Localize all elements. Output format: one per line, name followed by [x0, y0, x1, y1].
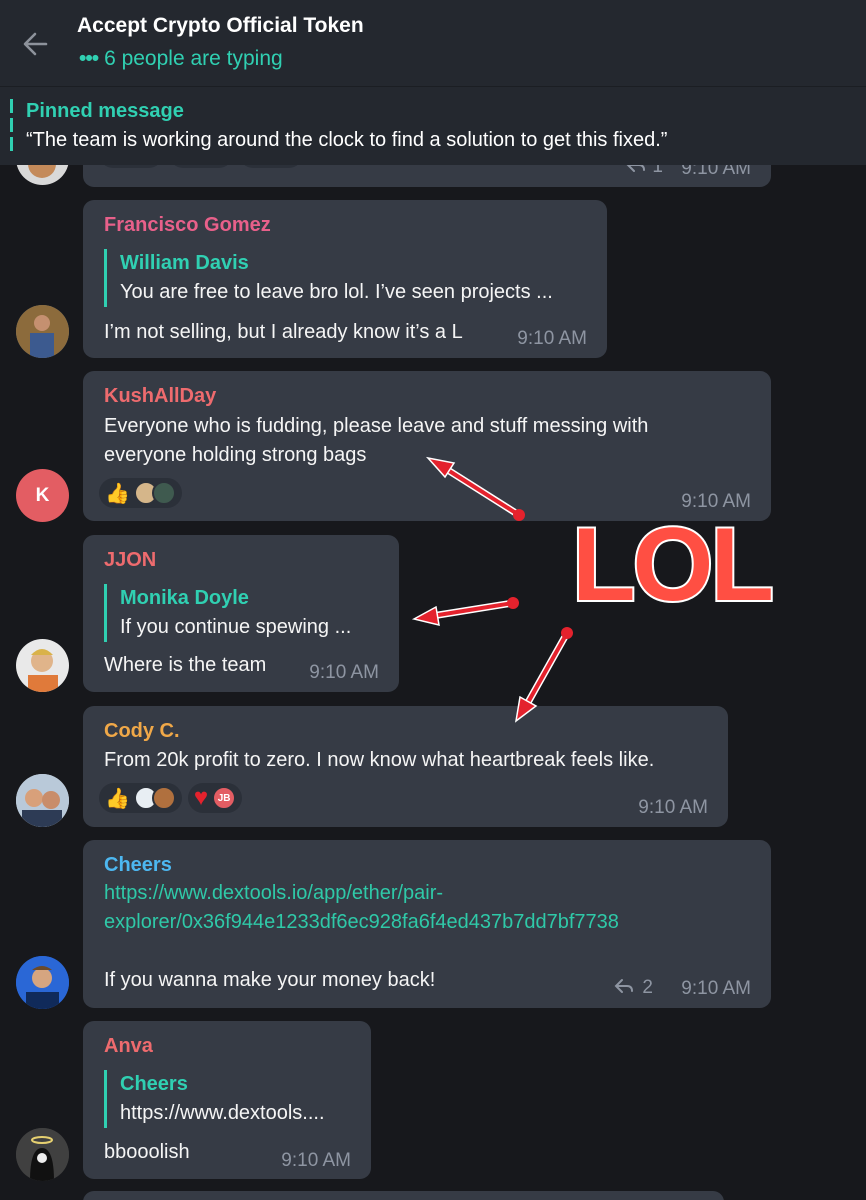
thumbs-up-icon: 👍 [105, 482, 130, 505]
typing-text: 6 people are typing [104, 47, 283, 70]
message-text: Where is the team [104, 654, 267, 676]
message-text: If you wanna make your money back! [104, 969, 436, 991]
message-time: 9:10 AM [281, 1150, 351, 1171]
message-time: 9:10 AM [309, 662, 379, 683]
reaction-thumbs-up[interactable]: 👍 [99, 783, 182, 813]
chat-title[interactable]: Accept Crypto Official Token [77, 14, 364, 38]
reply-count-value: 2 [642, 977, 653, 998]
avatar-cody-c[interactable] [16, 774, 69, 827]
quoted-reply[interactable]: William Davis You are free to leave bro … [104, 249, 553, 307]
reply-count[interactable]: 2 [614, 977, 653, 999]
heart-icon: ♥ [193, 784, 209, 811]
message-text: I’m not selling, but I already know it’s… [104, 321, 463, 343]
message-link-line2[interactable]: explorer/0x36f944e1233df6ec928fa6f4ed437… [104, 908, 619, 937]
quoted-reply[interactable]: Monika Doyle If you continue spewing ... [104, 584, 351, 642]
reply-name: Monika Doyle [120, 587, 249, 609]
typing-dots: ••• [79, 47, 99, 70]
sender-name[interactable]: Cody C. [104, 720, 180, 743]
reply-name: William Davis [120, 252, 249, 274]
message-time: 9:10 AM [517, 328, 587, 349]
reactor-avatar [151, 786, 176, 810]
message-link-line1[interactable]: https://www.dextools.io/app/ether/pair- [104, 879, 443, 908]
message-bubble: Anva Cheers https://www.dextools.... bbo… [83, 1021, 371, 1179]
message-bubble: Cody C. From 20k profit to zero. I now k… [83, 706, 728, 827]
avatar-francisco-gomez[interactable] [16, 305, 69, 358]
pinned-title: Pinned message [26, 100, 184, 122]
reactor-avatar [151, 481, 176, 505]
typing-status: ••• 6 people are typing [79, 47, 283, 71]
sender-name[interactable]: Francisco Gomez [104, 214, 271, 237]
reply-text: https://www.dextools.... [120, 1102, 325, 1124]
reactions: 👍 ♥ JB [99, 783, 243, 813]
chat-header: Accept Crypto Official Token ••• 6 people… [0, 0, 866, 86]
sender-name[interactable]: Cheers [104, 854, 172, 877]
avatar-cheers[interactable] [16, 956, 69, 1009]
pinned-text: “The team is working around the clock to… [26, 129, 668, 151]
message-bubble-partial [83, 1191, 724, 1200]
sender-name[interactable]: JJON [104, 549, 156, 572]
message-bubble: Francisco Gomez William Davis You are fr… [83, 200, 607, 358]
back-button[interactable] [18, 26, 54, 62]
reply-name: Cheers [120, 1073, 188, 1095]
reply-text: You are free to leave bro lol. I’ve seen… [120, 281, 553, 303]
quoted-reply[interactable]: Cheers https://www.dextools.... [104, 1070, 325, 1128]
message-text: From 20k profit to zero. I now know what… [104, 749, 655, 771]
reactions: 👍 [99, 478, 182, 508]
reaction-heart[interactable]: ♥ JB [187, 783, 243, 813]
reaction-thumbs-up[interactable]: 👍 [99, 478, 182, 508]
sender-name[interactable]: KushAllDay [104, 385, 216, 408]
message-text-line1: Everyone who is fudding, please leave an… [104, 415, 649, 437]
message-time: 9:10 AM [681, 978, 751, 999]
reply-arrow-icon [615, 979, 634, 993]
pinned-indicator [10, 99, 13, 153]
back-arrow-icon [23, 32, 48, 56]
message-bubble: JJON Monika Doyle If you continue spewin… [83, 535, 399, 692]
avatar-jjon[interactable] [16, 639, 69, 692]
avatar-anva[interactable] [16, 1128, 69, 1181]
reactor-avatar-jb: JB [212, 786, 237, 810]
message-bubble: Cheers https://www.dextools.io/app/ether… [83, 840, 771, 1008]
arrow-to-jjon [411, 597, 519, 626]
reply-text: If you continue spewing ... [120, 616, 352, 638]
message-text: bbooolish [104, 1141, 190, 1163]
message-time: 9:10 AM [638, 797, 708, 818]
message-bubble: KushAllDay Everyone who is fudding, plea… [83, 371, 771, 521]
avatar-kushallday[interactable]: K [16, 469, 69, 522]
thumbs-up-icon: 👍 [105, 787, 130, 810]
sender-name[interactable]: Anva [104, 1035, 153, 1058]
message-text-line2: everyone holding strong bags [104, 444, 367, 466]
lol-annotation: LOL [570, 505, 776, 625]
pinned-message-bar[interactable]: Pinned message “The team is working arou… [0, 86, 866, 165]
